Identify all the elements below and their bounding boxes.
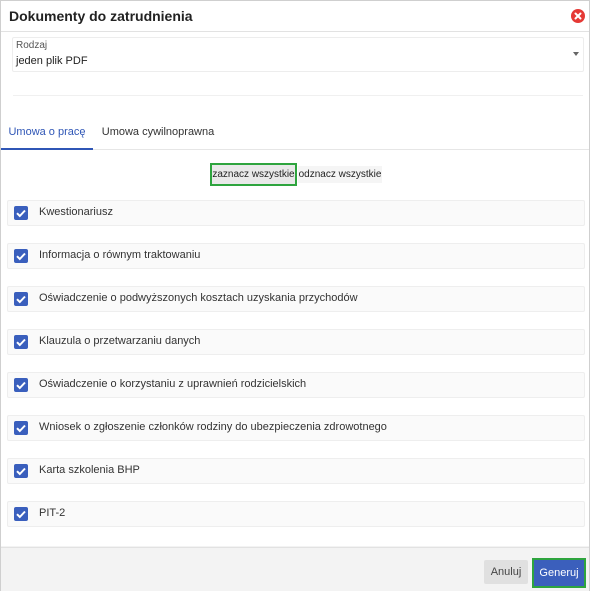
document-label: Klauzula o przetwarzaniu danych <box>39 335 201 347</box>
cancel-button[interactable]: Anuluj <box>484 560 528 584</box>
document-label: Oświadczenie o podwyższonych kosztach uz… <box>39 292 358 304</box>
check-icon <box>16 424 26 433</box>
check-icon <box>16 295 26 304</box>
document-label: PIT-2 <box>39 507 66 519</box>
dialog-header: Dokumenty do zatrudnienia <box>1 1 589 32</box>
document-label: Karta szkolenia BHP <box>39 464 140 476</box>
check-icon <box>16 338 26 347</box>
dialog-content: Rodzaj jeden plik PDF Umowa o pracę Umow… <box>1 32 589 546</box>
document-item-wniosek[interactable]: Wniosek o zgłoszenie członków rodziny do… <box>7 415 585 441</box>
document-item-pit-2[interactable]: PIT-2 <box>7 501 585 527</box>
documents-dialog: Dokumenty do zatrudnienia Rodzaj jeden p… <box>0 0 590 591</box>
document-checkbox[interactable] <box>14 421 28 435</box>
close-button[interactable] <box>571 9 585 23</box>
dialog-title: Dokumenty do zatrudnienia <box>9 8 193 24</box>
document-item-kwestionariusz[interactable]: Kwestionariusz <box>7 200 585 226</box>
tab-umowa-cywilnoprawna[interactable]: Umowa cywilnoprawna <box>93 118 223 148</box>
rodzaj-label: Rodzaj <box>16 40 48 51</box>
deselect-all-button[interactable]: odznacz wszystkie <box>298 166 382 183</box>
document-checkbox[interactable] <box>14 292 28 306</box>
check-icon <box>16 381 26 390</box>
select-all-button[interactable]: zaznacz wszystkie <box>210 163 297 186</box>
document-item-informacja[interactable]: Informacja o równym traktowaniu <box>7 243 585 269</box>
document-label: Kwestionariusz <box>39 206 113 218</box>
document-checkbox[interactable] <box>14 507 28 521</box>
document-checkbox[interactable] <box>14 378 28 392</box>
rodzaj-value: jeden plik PDF <box>16 55 88 67</box>
check-icon <box>16 510 26 519</box>
close-icon <box>574 12 582 20</box>
document-item-karta-bhp[interactable]: Karta szkolenia BHP <box>7 458 585 484</box>
document-checkbox[interactable] <box>14 335 28 349</box>
document-label: Informacja o równym traktowaniu <box>39 249 201 261</box>
document-checkbox[interactable] <box>14 206 28 220</box>
rodzaj-select[interactable]: Rodzaj jeden plik PDF <box>12 37 584 72</box>
document-checkbox[interactable] <box>14 249 28 263</box>
check-icon <box>16 209 26 218</box>
tab-bar: Umowa o pracę Umowa cywilnoprawna <box>1 118 589 150</box>
check-icon <box>16 252 26 261</box>
chevron-down-icon <box>573 52 579 56</box>
document-item-oswiadczenie-uprawnienia[interactable]: Oświadczenie o korzystaniu z uprawnień r… <box>7 372 585 398</box>
document-item-oswiadczenie-koszty[interactable]: Oświadczenie o podwyższonych kosztach uz… <box>7 286 585 312</box>
dialog-footer: Anuluj Generuj <box>1 547 589 591</box>
divider <box>13 95 583 96</box>
tab-umowa-o-prace[interactable]: Umowa o pracę <box>1 118 93 150</box>
document-label: Oświadczenie o korzystaniu z uprawnień r… <box>39 378 307 390</box>
generate-button[interactable]: Generuj <box>532 558 586 588</box>
check-icon <box>16 467 26 476</box>
document-item-klauzula[interactable]: Klauzula o przetwarzaniu danych <box>7 329 585 355</box>
document-checkbox[interactable] <box>14 464 28 478</box>
document-label: Wniosek o zgłoszenie członków rodziny do… <box>39 421 387 433</box>
selection-toggle: zaznacz wszystkie odznacz wszystkie <box>1 162 589 187</box>
